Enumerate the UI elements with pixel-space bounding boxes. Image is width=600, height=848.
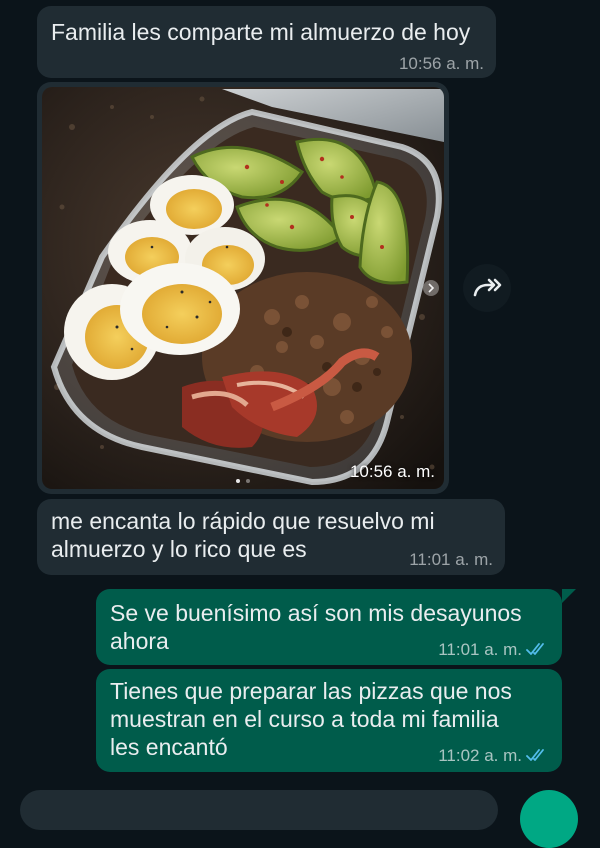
forward-icon xyxy=(473,278,502,297)
bubble-tail xyxy=(562,589,576,603)
message-text-line: me encanta lo rápido que resuelvo mi xyxy=(51,508,435,534)
double-check-icon xyxy=(526,749,544,761)
message-text-line: les encantó xyxy=(110,734,228,760)
message-photo[interactable] xyxy=(42,87,444,489)
floating-action-button[interactable] xyxy=(520,790,578,848)
message-bubble-incoming[interactable]: me encanta lo rápido que resuelvo mi alm… xyxy=(37,499,505,575)
message-text-line: muestran en el curso a toda mi familia xyxy=(110,706,499,732)
message-timestamp: 11:01 a. m. xyxy=(409,550,493,569)
message-bubble-image[interactable]: 10:56 a. m. xyxy=(37,82,449,494)
message-timestamp: 11:01 a. m. xyxy=(438,640,522,659)
meal-photo-image xyxy=(42,87,444,489)
message-input-bar[interactable] xyxy=(20,790,498,830)
message-timestamp: 10:56 a. m. xyxy=(398,54,484,73)
double-check-icon xyxy=(526,643,544,655)
message-text-line: Se ve buenísimo así son mis desayunos xyxy=(110,600,522,626)
message-text: Familia les comparte mi almuerzo de hoy xyxy=(51,19,471,45)
message-text-line: ahora xyxy=(110,628,169,654)
forward-button[interactable] xyxy=(463,264,511,312)
message-bubble-outgoing[interactable]: Se ve buenísimo así son mis desayunos ah… xyxy=(96,589,562,665)
message-timestamp: 11:02 a. m. xyxy=(438,746,522,765)
message-bubble-outgoing[interactable]: Tienes que preparar las pizzas que nos m… xyxy=(96,669,562,772)
message-timestamp: 10:56 a. m. xyxy=(349,462,435,481)
message-bubble-incoming[interactable]: Familia les comparte mi almuerzo de hoy … xyxy=(37,6,496,78)
message-text-line: almuerzo y lo rico que es xyxy=(51,536,307,562)
message-text-line: Tienes que preparar las pizzas que nos xyxy=(110,678,512,704)
